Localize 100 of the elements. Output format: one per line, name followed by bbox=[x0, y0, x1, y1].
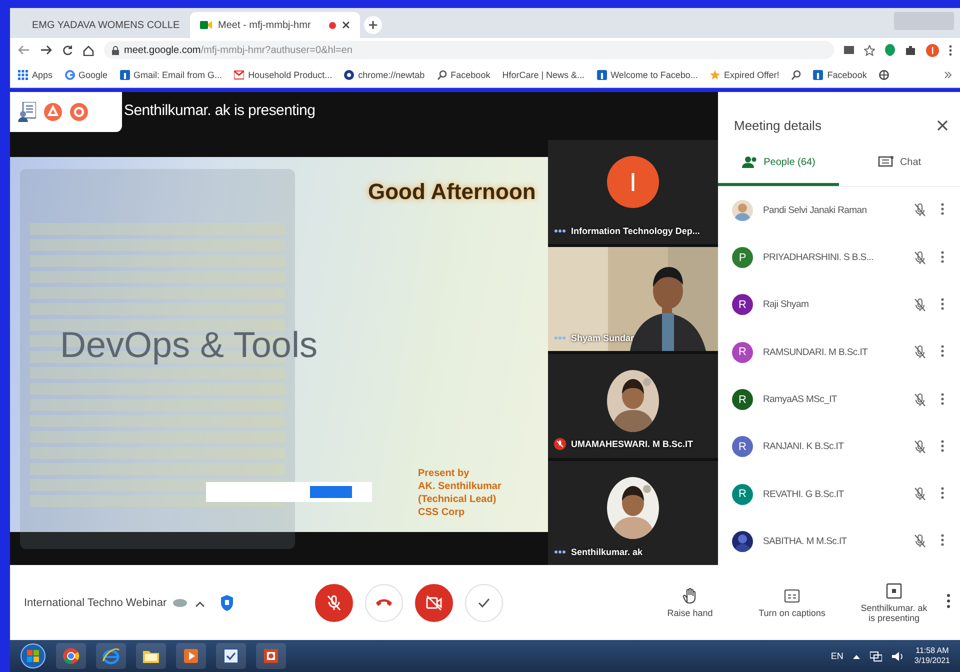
clock-time[interactable]: 11:58 AM bbox=[916, 646, 949, 656]
ring-badge-icon bbox=[70, 103, 88, 121]
kebab-icon bbox=[940, 250, 944, 263]
bookmark-link[interactable]: Facebook bbox=[450, 70, 490, 80]
menu-icon[interactable] bbox=[949, 44, 952, 56]
start-icon[interactable] bbox=[20, 643, 46, 669]
globe-icon[interactable] bbox=[878, 70, 889, 80]
bookmark-link[interactable]: Welcome to Facebo... bbox=[610, 70, 698, 80]
avatar: R bbox=[732, 342, 753, 363]
star-icon[interactable] bbox=[864, 44, 875, 56]
kebab-icon bbox=[940, 534, 944, 546]
panel-tab[interactable]: People (64) bbox=[718, 142, 839, 186]
close-icon[interactable] bbox=[342, 21, 350, 29]
address-bar[interactable]: meet.google.com/mfj-mmbj-hmr?authuser=0&hl=en bbox=[104, 41, 834, 59]
checklist-icon bbox=[222, 647, 240, 665]
participant-name: REVATHI. G B.Sc.IT bbox=[763, 488, 845, 500]
speaker-icon[interactable] bbox=[892, 650, 904, 662]
media-player-icon bbox=[182, 647, 200, 665]
toolbar-action[interactable]: Raise hand bbox=[654, 588, 726, 618]
panel-tab[interactable]: Chat bbox=[839, 142, 960, 186]
participant-name: Pandi Selvi Janaki Raman bbox=[763, 204, 868, 216]
bookmark-link[interactable]: Facebook bbox=[827, 70, 867, 80]
kebab-icon bbox=[940, 487, 944, 500]
search-icon[interactable] bbox=[791, 70, 802, 80]
network-icon[interactable] bbox=[870, 650, 882, 662]
clock-date[interactable]: 3/19/2021 bbox=[914, 656, 950, 666]
chevron-icon[interactable] bbox=[944, 70, 952, 78]
taskbar-button[interactable] bbox=[256, 643, 286, 669]
participant-name: PRIYADHARSHINI. S B.S... bbox=[763, 252, 874, 264]
bookmark-link[interactable]: Google bbox=[78, 70, 108, 80]
kebab-icon bbox=[940, 440, 944, 452]
participant-name: UMAMAHESWARI. M B.Sc.IT bbox=[571, 439, 694, 449]
recording-dot-icon bbox=[329, 22, 336, 28]
slide-title: Good Afternoon bbox=[368, 179, 536, 205]
taskbar-button[interactable] bbox=[96, 643, 126, 669]
camera-off-button[interactable] bbox=[414, 584, 453, 622]
credit-line: CSS Corp bbox=[418, 507, 466, 518]
kebab-icon bbox=[946, 594, 950, 608]
shield-icon[interactable] bbox=[220, 594, 233, 610]
mic-off-icon bbox=[326, 594, 342, 610]
square-icon bbox=[596, 70, 607, 80]
microphone-off-button[interactable] bbox=[314, 584, 353, 622]
phone-icon bbox=[376, 598, 392, 606]
forward-icon[interactable] bbox=[40, 45, 52, 55]
profile-avatar-icon[interactable] bbox=[926, 44, 939, 56]
slides-app-icon bbox=[262, 647, 280, 665]
mic-off-icon[interactable] bbox=[914, 487, 926, 502]
new-tab-button[interactable] bbox=[364, 16, 382, 34]
square-icon bbox=[813, 70, 824, 80]
kebab-icon bbox=[940, 345, 944, 358]
people-icon bbox=[742, 156, 758, 168]
bookmark-link[interactable]: Expired Offer! bbox=[724, 70, 780, 80]
tray-arrow-icon[interactable] bbox=[853, 654, 860, 658]
participant-name: Information Technology Dep... bbox=[571, 226, 700, 236]
language-indicator[interactable]: EN bbox=[830, 651, 844, 661]
mic-off-icon[interactable] bbox=[914, 298, 926, 312]
reload-icon[interactable] bbox=[62, 44, 73, 56]
toolbar-action[interactable]: Senthilkumar. ak is presenting bbox=[858, 582, 930, 622]
participant-name: Raji Shyam bbox=[763, 299, 810, 310]
captions-icon bbox=[784, 588, 800, 604]
warning-badge-icon bbox=[44, 103, 62, 121]
close-icon bbox=[937, 120, 948, 132]
square-icon bbox=[120, 70, 130, 80]
mic-off-icon[interactable] bbox=[914, 392, 926, 407]
toolbar-action[interactable]: Turn on captions bbox=[756, 588, 828, 618]
bookmark-link[interactable]: Gmail: Email from G... bbox=[134, 70, 222, 80]
mic-off-icon[interactable] bbox=[914, 440, 926, 454]
kebab-icon bbox=[940, 392, 944, 405]
browser-tab[interactable]: EMG YADAVA WOMENS COLLE bbox=[16, 12, 186, 38]
bookmark-link[interactable]: Household Product... bbox=[248, 70, 332, 80]
back-icon[interactable] bbox=[18, 45, 30, 55]
avatar: I bbox=[607, 156, 659, 208]
kebab-icon bbox=[940, 298, 944, 310]
taskbar-button[interactable] bbox=[176, 643, 206, 669]
check-button[interactable] bbox=[464, 584, 503, 622]
bookmark-link[interactable]: chrome://newtab bbox=[358, 70, 425, 80]
slide-heading: DevOps & Tools bbox=[60, 324, 318, 366]
taskbar-button[interactable] bbox=[56, 643, 86, 669]
mic-off-icon[interactable] bbox=[914, 250, 926, 265]
caret-icon bbox=[194, 601, 205, 607]
meeting-name: International Techno Webinar bbox=[24, 596, 167, 608]
avatar: P bbox=[732, 247, 753, 268]
browser-tab[interactable]: Meet - mfj-mmbj-hmr bbox=[190, 12, 360, 38]
mic-off-icon[interactable] bbox=[914, 345, 926, 360]
mic-off-icon[interactable] bbox=[914, 534, 926, 548]
apps-grid-icon bbox=[18, 70, 28, 80]
taskbar-button[interactable] bbox=[216, 643, 246, 669]
bookmark-link[interactable]: HforCare | News &... bbox=[502, 70, 585, 80]
extension-icon[interactable] bbox=[885, 44, 895, 56]
mic-off-icon[interactable] bbox=[914, 203, 926, 218]
home-icon[interactable] bbox=[83, 44, 94, 56]
bookmark-link[interactable]: Apps bbox=[32, 70, 53, 80]
camera-icon bbox=[200, 20, 212, 30]
plus-icon bbox=[368, 20, 378, 30]
hang-up-button[interactable] bbox=[364, 584, 403, 622]
participant-name: Shyam Sundar bbox=[571, 333, 634, 343]
document-person-icon bbox=[18, 102, 36, 122]
presenter-label: Senthilkumar. ak is presenting bbox=[124, 101, 316, 119]
taskbar-button[interactable] bbox=[136, 643, 166, 669]
chat-icon bbox=[878, 156, 894, 168]
